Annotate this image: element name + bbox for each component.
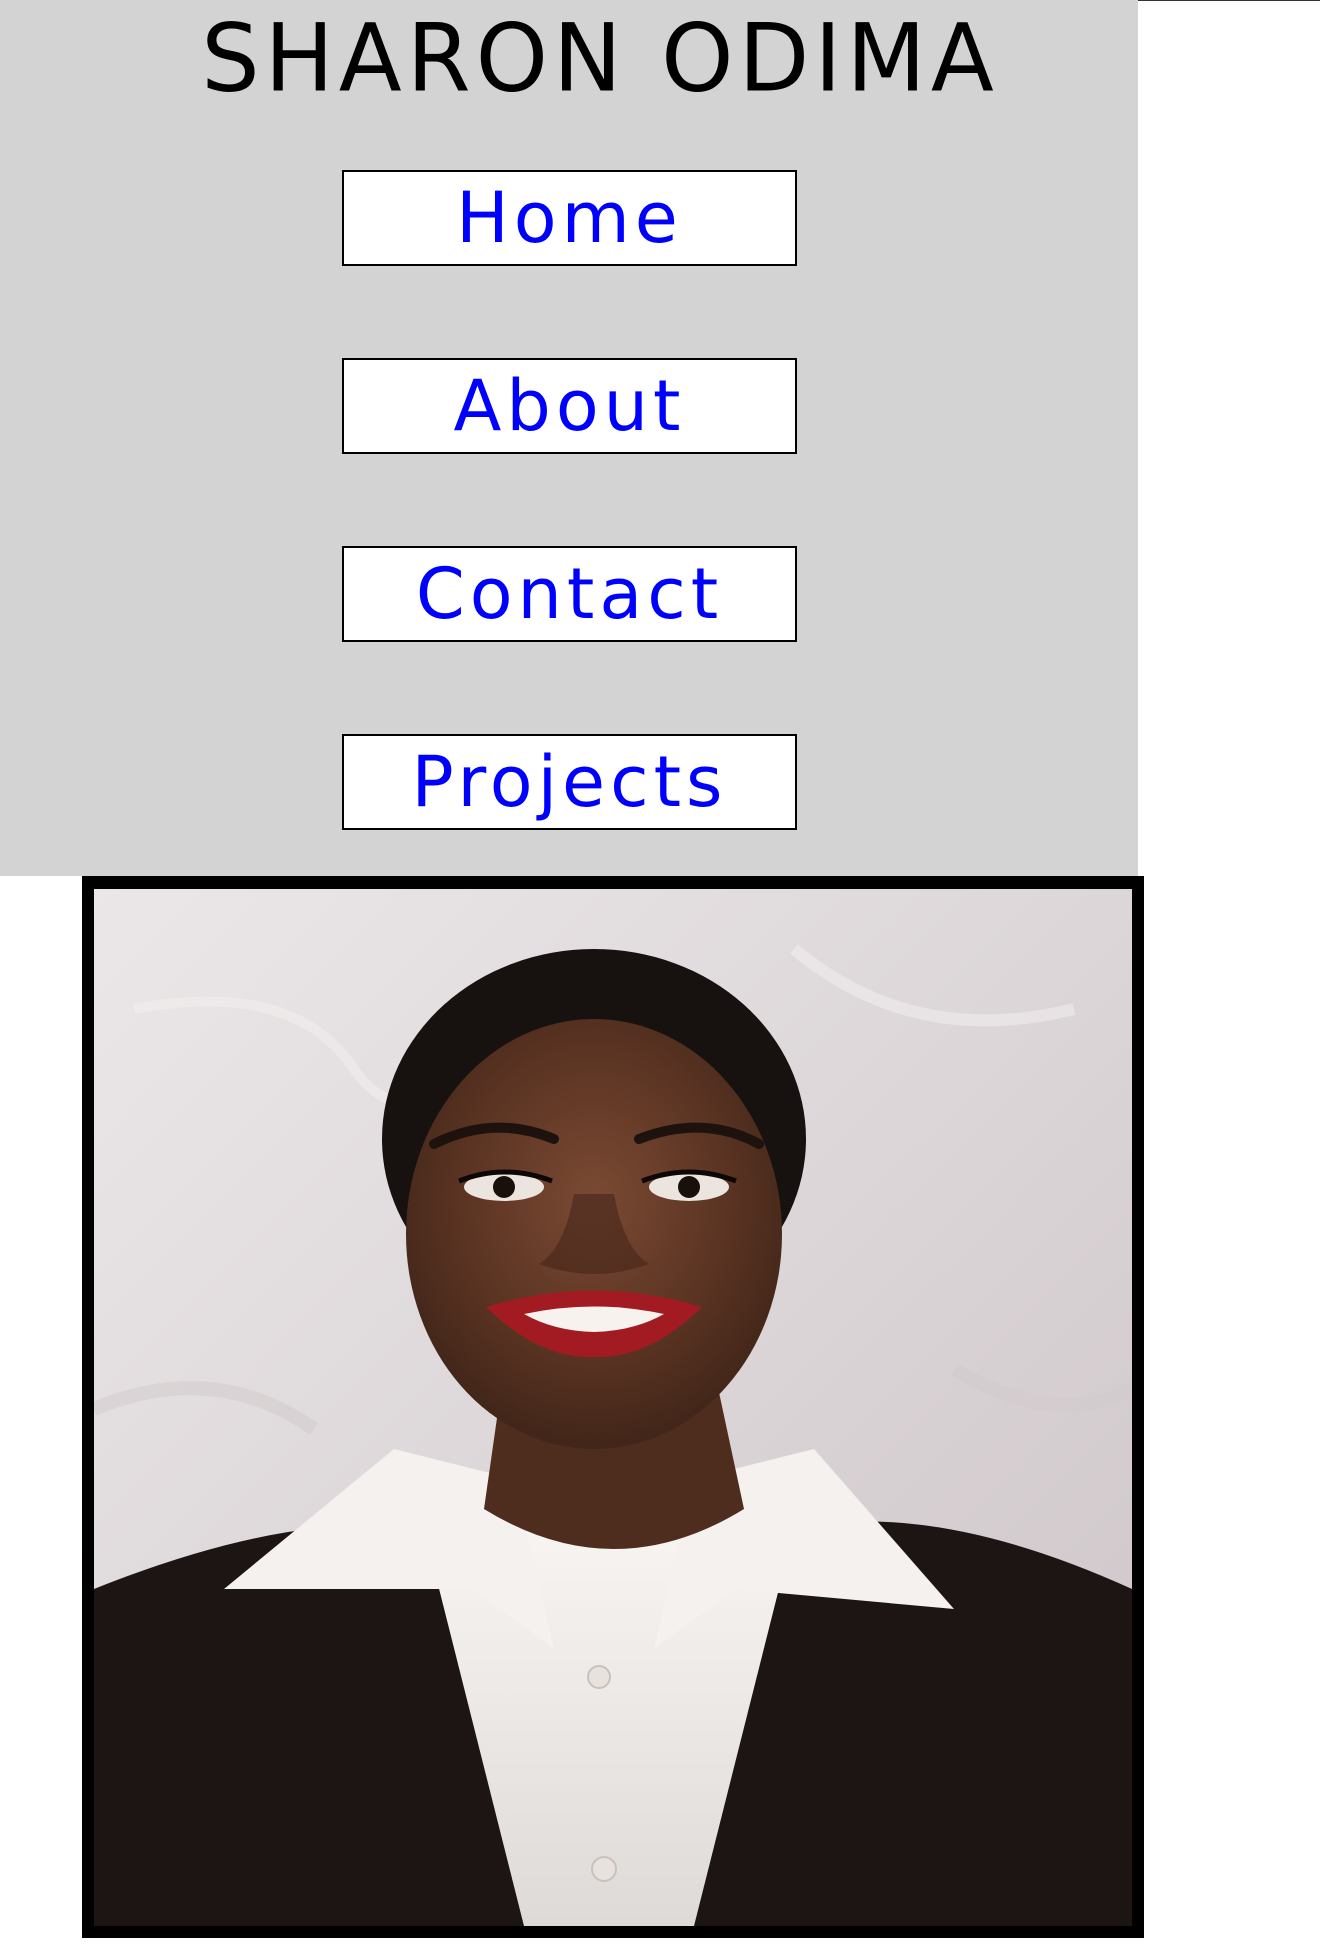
nav-projects-label: Projects — [411, 741, 728, 823]
nav-about-button[interactable]: About — [342, 358, 797, 454]
nav-about-label: About — [453, 365, 686, 447]
portrait-photo — [94, 889, 1132, 1926]
nav-contact-button[interactable]: Contact — [342, 546, 797, 642]
nav-projects-button[interactable]: Projects — [342, 734, 797, 830]
portrait-frame — [82, 876, 1144, 1938]
nav-home-button[interactable]: Home — [342, 170, 797, 266]
nav-contact-label: Contact — [415, 553, 724, 635]
site-header: SHARON ODIMA Home About Contact Projects — [0, 0, 1138, 876]
nav-home-label: Home — [456, 177, 683, 259]
site-title: SHARON ODIMA — [201, 3, 999, 114]
